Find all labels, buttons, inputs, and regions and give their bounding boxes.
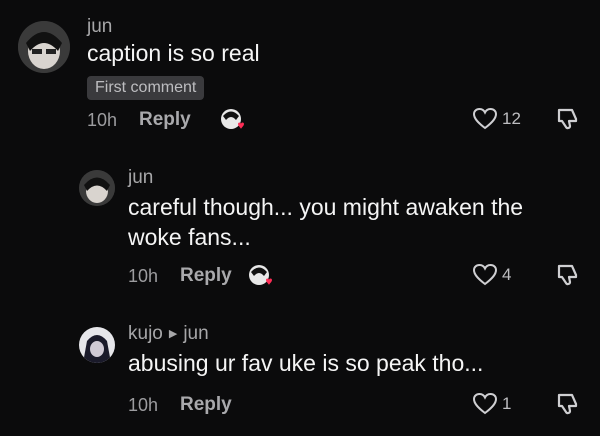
comment-text-line-2: woke fans... xyxy=(128,224,251,250)
like-count: 4 xyxy=(502,265,512,284)
thumbs-down-icon[interactable] xyxy=(555,106,581,132)
creator-liked-avatar-icon xyxy=(220,108,246,132)
avatar[interactable] xyxy=(79,170,115,206)
avatar[interactable] xyxy=(18,21,70,73)
heart-outline-icon xyxy=(472,263,498,286)
avatar[interactable] xyxy=(79,327,115,363)
thumbs-down-icon[interactable] xyxy=(555,262,581,288)
timestamp: 10h xyxy=(128,266,159,286)
creator-liked-avatar-icon xyxy=(248,264,274,288)
thumbs-down-icon[interactable] xyxy=(555,391,581,417)
reply-button[interactable]: Reply xyxy=(139,109,191,131)
reply-arrow-icon: ▶ xyxy=(168,328,178,340)
like-button[interactable]: 12 xyxy=(472,107,521,131)
like-count: 12 xyxy=(502,109,521,128)
like-count: 1 xyxy=(502,394,512,413)
like-button[interactable]: 4 xyxy=(472,263,511,287)
reply-target-username[interactable]: jun xyxy=(183,323,208,344)
timestamp: 10h xyxy=(87,110,118,130)
reply-button[interactable]: Reply xyxy=(180,265,232,287)
reply-header: kujo ▶ jun xyxy=(128,323,209,345)
username[interactable]: jun xyxy=(128,167,153,189)
username[interactable]: jun xyxy=(87,16,112,38)
timestamp: 10h xyxy=(128,395,159,415)
username[interactable]: kujo xyxy=(128,323,163,344)
heart-outline-icon xyxy=(472,392,498,415)
reply-button[interactable]: Reply xyxy=(180,394,232,416)
heart-outline-icon xyxy=(472,107,498,130)
comment-text-line-1: careful though... you might awaken the xyxy=(128,194,524,220)
comment-text: caption is so real xyxy=(87,40,260,66)
like-button[interactable]: 1 xyxy=(472,392,511,416)
first-comment-badge: First comment xyxy=(87,76,205,100)
comment-text: abusing ur fav uke is so peak tho... xyxy=(128,350,484,376)
